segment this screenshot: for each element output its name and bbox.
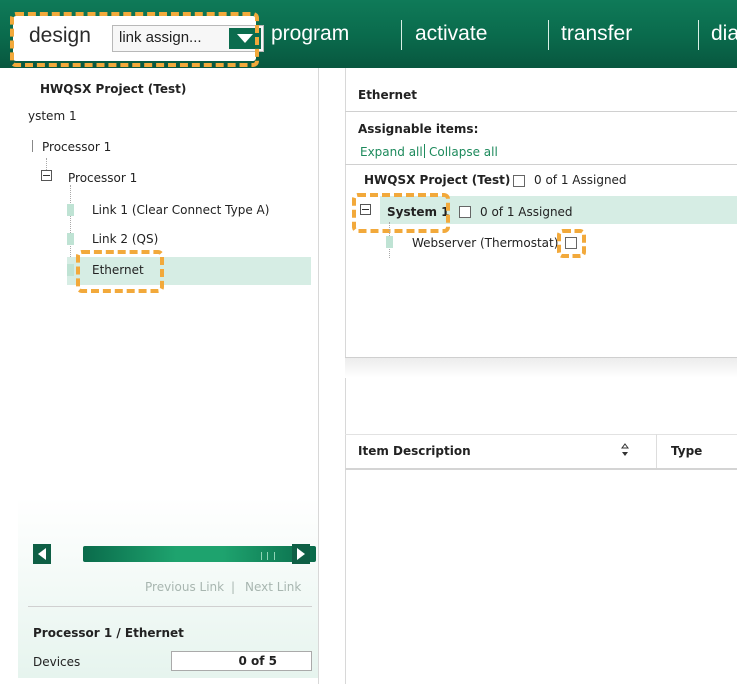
next-link[interactable]: Next Link bbox=[245, 580, 301, 594]
tab-separator bbox=[698, 20, 699, 50]
column-separator bbox=[656, 434, 657, 468]
highlight-ethernet bbox=[76, 250, 164, 293]
tree-line bbox=[32, 140, 33, 152]
highlight-design-tab bbox=[10, 12, 259, 67]
tab-transfer[interactable]: transfer bbox=[561, 22, 632, 46]
assignable-divider bbox=[345, 164, 737, 165]
column-item-description[interactable]: Item Description bbox=[358, 444, 471, 458]
link-node-icon bbox=[67, 233, 74, 245]
link-node-icon bbox=[67, 204, 74, 216]
link-separator bbox=[424, 144, 425, 158]
system-checkbox[interactable] bbox=[459, 206, 471, 218]
scroll-left-button[interactable] bbox=[33, 544, 51, 564]
highlight-webserver-checkbox bbox=[557, 229, 586, 258]
tab-separator bbox=[548, 20, 549, 50]
table-header-divider bbox=[345, 468, 737, 470]
link-separator: | bbox=[231, 580, 236, 594]
project-checkbox[interactable] bbox=[513, 175, 525, 187]
devices-label: Devices bbox=[33, 655, 81, 669]
tree-project-label[interactable]: HWQSX Project (Test) bbox=[40, 82, 186, 96]
scroll-right-button[interactable] bbox=[292, 544, 310, 564]
tree-link-2[interactable]: Link 2 (QS) bbox=[92, 232, 158, 246]
right-project-label[interactable]: HWQSX Project (Test) bbox=[364, 173, 510, 187]
system-assigned-status: 0 of 1 Assigned bbox=[480, 205, 573, 219]
summary-title: Processor 1 / Ethernet bbox=[33, 626, 184, 640]
previous-link[interactable]: Previous Link bbox=[145, 580, 224, 594]
project-assigned-status: 0 of 1 Assigned bbox=[534, 173, 627, 187]
link-node-icon bbox=[67, 264, 74, 276]
tree-system-label[interactable]: ystem 1 bbox=[28, 109, 77, 123]
summary-divider bbox=[28, 606, 312, 607]
horizontal-scrollbar[interactable] bbox=[33, 544, 316, 564]
column-type[interactable]: Type bbox=[671, 444, 702, 458]
header-divider bbox=[345, 111, 737, 112]
expand-all-link[interactable]: Expand all bbox=[360, 145, 423, 159]
collapse-icon[interactable] bbox=[41, 170, 52, 181]
scroll-left-icon bbox=[38, 548, 46, 560]
sort-icon[interactable] bbox=[621, 443, 629, 457]
tree-link-1[interactable]: Link 1 (Clear Connect Type A) bbox=[92, 203, 269, 217]
splitter[interactable] bbox=[345, 358, 737, 378]
tree-processor-label[interactable]: Processor 1 bbox=[68, 171, 137, 185]
collapse-all-link[interactable]: Collapse all bbox=[429, 145, 498, 159]
devices-count-field: 0 of 5 bbox=[171, 651, 312, 671]
tab-activate[interactable]: activate bbox=[415, 22, 487, 46]
right-header: Ethernet bbox=[358, 88, 417, 102]
tab-diagnostics[interactable]: dia bbox=[711, 22, 737, 46]
tab-program[interactable]: program bbox=[271, 22, 349, 46]
table-top-divider bbox=[345, 434, 737, 435]
scroll-right-icon bbox=[297, 548, 305, 560]
tree-processor-group-label[interactable]: Processor 1 bbox=[42, 140, 111, 154]
tab-separator bbox=[401, 20, 402, 50]
item-node-icon bbox=[386, 236, 393, 248]
scroll-thumb[interactable] bbox=[83, 546, 316, 562]
webserver-item-label[interactable]: Webserver (Thermostat) bbox=[412, 236, 558, 250]
highlight-system bbox=[352, 193, 450, 233]
assignable-label: Assignable items: bbox=[358, 122, 479, 136]
